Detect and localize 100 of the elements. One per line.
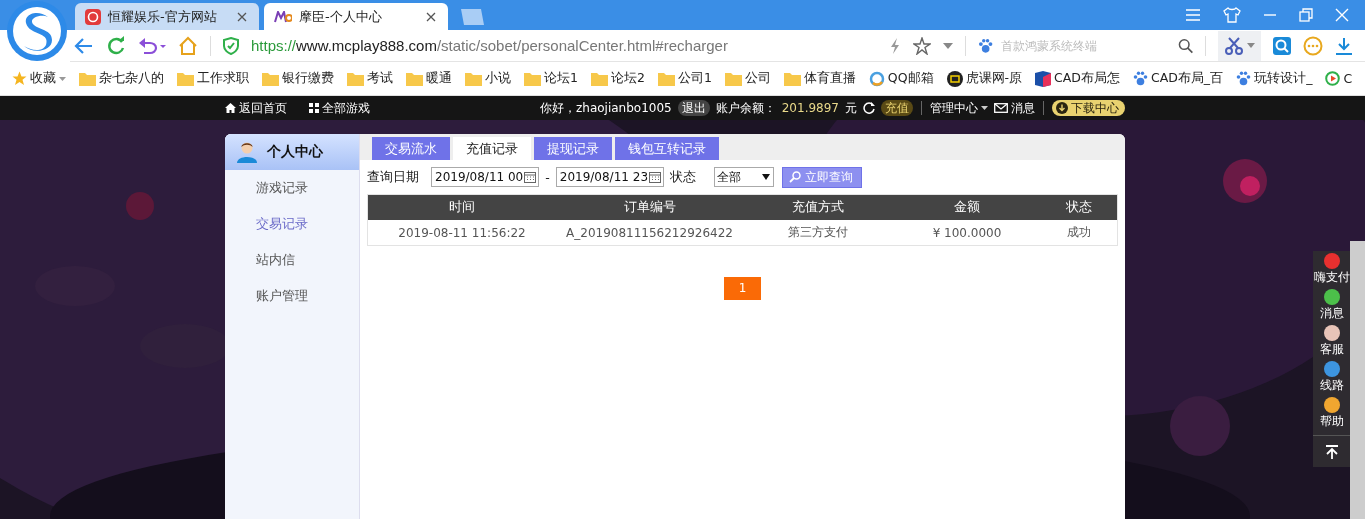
floating-menu-item[interactable]: 线路: [1319, 361, 1344, 397]
folder-icon: [262, 71, 279, 86]
close-icon[interactable]: [237, 11, 247, 22]
caret-icon: [1247, 43, 1255, 48]
ring-icon: [868, 70, 885, 87]
shield-icon: [223, 36, 239, 55]
folder-icon: [347, 71, 364, 86]
sidebar-item[interactable]: 账户管理: [225, 278, 359, 314]
balance-value: 201.9897: [781, 101, 839, 115]
bookmark[interactable]: C: [1325, 71, 1353, 86]
column-header: 充值方式: [791, 199, 845, 216]
folder-icon: [524, 71, 541, 86]
sidebar-item[interactable]: 游戏记录: [225, 170, 359, 206]
undo-icon[interactable]: [138, 36, 166, 55]
star-icon[interactable]: [913, 36, 931, 55]
download-button[interactable]: 下载中心: [1052, 100, 1125, 116]
home-link[interactable]: 返回首页: [225, 99, 287, 117]
magnifier-app-icon[interactable]: [1273, 36, 1291, 55]
logout-button[interactable]: 退出: [677, 100, 710, 116]
browser-tab[interactable]: 恒耀娱乐-官方网站: [75, 3, 259, 30]
date-label: 查询日期: [367, 168, 419, 186]
tab[interactable]: 交易流水: [372, 137, 450, 160]
search-field[interactable]: 首款鸿蒙系统终端: [978, 37, 1193, 54]
table-cell-text: 2019-08-11 11:56:22: [397, 225, 527, 240]
date-field[interactable]: 2019/08/11 23: [555, 167, 664, 187]
home-icon[interactable]: [178, 35, 198, 56]
caret-icon: [59, 76, 66, 81]
bookmark[interactable]: 公司1: [657, 70, 712, 87]
recharge-button[interactable]: 充值: [881, 100, 913, 116]
sidebar-item[interactable]: 交易记录: [225, 206, 359, 242]
folder-icon: [406, 71, 423, 86]
grid-icon: [309, 103, 319, 113]
bookmark[interactable]: 考试: [347, 70, 393, 87]
play-icon: [1325, 71, 1341, 86]
bookmark[interactable]: 杂七杂八的: [79, 70, 164, 87]
calendar-icon: [649, 171, 661, 183]
tab[interactable]: 提现记录: [534, 137, 612, 160]
back-icon[interactable]: [74, 36, 94, 55]
balance-label: 账户余额：: [715, 99, 776, 117]
caret-icon: [981, 106, 988, 110]
folder-icon: [177, 71, 194, 86]
bookmark[interactable]: 公司: [724, 70, 771, 87]
bookmark[interactable]: 虎课网-原: [946, 70, 1023, 87]
user-icon: [237, 141, 257, 163]
menu-icon[interactable]: [1185, 8, 1201, 22]
currency-unit: 元: [845, 99, 857, 117]
folder-icon: [724, 71, 742, 86]
bookmark[interactable]: 小说: [465, 70, 511, 87]
calendar-icon: [524, 171, 537, 183]
column-header: 状态: [1065, 199, 1093, 216]
bookmark[interactable]: 收藏: [12, 70, 66, 87]
search-icon[interactable]: [1177, 37, 1193, 54]
browser-tab[interactable]: 摩臣-个人中心: [264, 3, 448, 30]
floating-menu-item[interactable]: 消息: [1319, 289, 1344, 325]
tab[interactable]: 钱包互转记录: [615, 137, 719, 160]
bookmark[interactable]: 暖通: [406, 70, 452, 87]
screenshot-button[interactable]: [1218, 30, 1261, 61]
paw-icon: [978, 37, 994, 54]
download-icon[interactable]: [1335, 36, 1353, 55]
date-field[interactable]: 2019/08/11 00: [431, 167, 540, 187]
sidebar-item[interactable]: 站内信: [225, 242, 359, 278]
shirt-icon[interactable]: [1223, 7, 1241, 23]
tv-icon: [946, 70, 963, 87]
tab[interactable]: 充值记录: [453, 137, 531, 160]
caret-icon[interactable]: [943, 42, 953, 49]
bookmark[interactable]: 玩转设计_: [1236, 70, 1313, 87]
admin-menu[interactable]: 管理中心: [930, 99, 988, 117]
scrollbar[interactable]: [1350, 241, 1365, 519]
sidebar-title: 个人中心: [267, 143, 323, 161]
paw-icon: [1236, 71, 1252, 86]
download-icon: [1056, 102, 1068, 114]
messages-link[interactable]: 消息: [994, 99, 1035, 117]
column-header: 时间: [448, 199, 476, 216]
bookmark[interactable]: CAD布局_百: [1132, 70, 1224, 87]
bookmark[interactable]: QQ邮箱: [868, 70, 934, 87]
browser-logo-icon[interactable]: [6, 0, 68, 62]
folder-icon: [783, 71, 801, 86]
bookmark[interactable]: 论坛1: [524, 70, 578, 87]
bookmark[interactable]: 工作求职: [177, 70, 249, 87]
more-icon[interactable]: [1303, 35, 1323, 56]
status-select[interactable]: 全部: [714, 167, 774, 187]
games-link[interactable]: 全部游戏: [309, 99, 370, 117]
site-favicon-icon: [85, 8, 101, 25]
floating-menu-item[interactable]: 帮助: [1319, 397, 1344, 433]
bookmark[interactable]: 体育直播: [783, 70, 856, 87]
bookmark[interactable]: 银行缴费: [262, 70, 334, 87]
floating-menu-item[interactable]: 客服: [1319, 325, 1344, 361]
bookmark[interactable]: CAD布局怎: [1035, 70, 1120, 87]
close-icon[interactable]: [426, 11, 436, 22]
floating-menu-item[interactable]: 嗨支付: [1313, 253, 1350, 289]
refresh-icon[interactable]: [863, 102, 875, 114]
star-icon: [12, 71, 27, 86]
bookmark[interactable]: 论坛2: [590, 70, 645, 87]
search-icon: [789, 171, 801, 183]
url-field[interactable]: https://www.mcplay888.com/static/sobet/personalCenter.html#recharger: [251, 37, 877, 54]
restore-icon[interactable]: [1299, 8, 1313, 22]
lightning-icon[interactable]: [889, 36, 901, 55]
home-icon: [225, 103, 236, 113]
table-cell-text: ¥ 100.0000: [931, 225, 1003, 240]
cube-icon: [1035, 70, 1052, 87]
